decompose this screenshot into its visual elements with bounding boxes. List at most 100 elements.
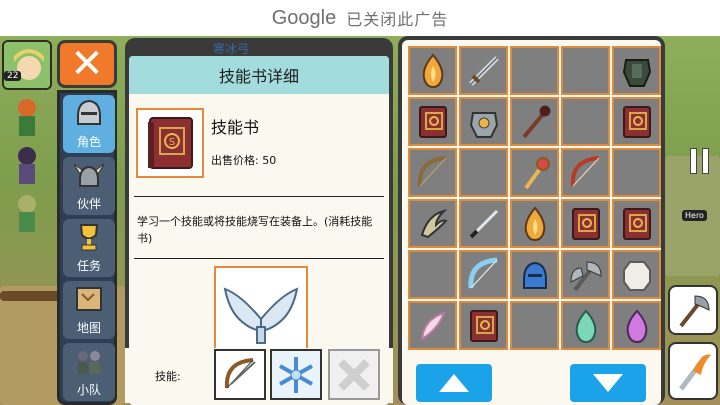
skill-book-icon bbox=[418, 105, 447, 138]
bow-icon bbox=[417, 155, 446, 186]
inventory-content bbox=[402, 40, 661, 405]
white-gem-icon bbox=[622, 260, 651, 291]
fire-gem-icon bbox=[422, 52, 443, 88]
nav-label-party: 小队 bbox=[76, 383, 101, 397]
nav-label-character: 角色 bbox=[76, 135, 101, 149]
nav-item-party[interactable]: 小队 bbox=[63, 343, 115, 401]
inventory-slot[interactable] bbox=[561, 148, 610, 197]
inventory-slot[interactable] bbox=[510, 148, 559, 197]
inventory-slot[interactable] bbox=[408, 301, 457, 350]
inventory-slot[interactable] bbox=[408, 46, 457, 95]
inventory-slot[interactable] bbox=[612, 250, 661, 299]
hero-sprite-2[interactable] bbox=[2, 140, 52, 190]
inventory-slot[interactable] bbox=[408, 148, 457, 197]
item-name: 技能书 bbox=[211, 118, 260, 137]
nav-item-quest[interactable]: 任务 bbox=[63, 219, 115, 277]
claw-icon bbox=[420, 208, 448, 238]
side-nav: 角色 伙伴 任务 地图 小队 bbox=[57, 90, 117, 405]
inventory-slot[interactable] bbox=[408, 199, 457, 248]
party-icon bbox=[71, 343, 107, 379]
inventory-grid bbox=[408, 46, 661, 350]
divider-bottom bbox=[134, 258, 384, 259]
inventory-slot[interactable] bbox=[612, 199, 661, 248]
inventory-slot[interactable] bbox=[459, 199, 508, 248]
skill-slot-1[interactable] bbox=[214, 349, 266, 400]
pause-button[interactable] bbox=[686, 148, 712, 176]
hero-portrait-leader[interactable] bbox=[2, 40, 52, 90]
inventory-slot[interactable] bbox=[612, 97, 661, 146]
inventory-slot[interactable] bbox=[459, 46, 508, 95]
snowflake-icon bbox=[279, 356, 313, 393]
inventory-panel bbox=[398, 36, 665, 405]
purple-gem-icon bbox=[626, 309, 647, 343]
background-partial-title: 寒冰弓 bbox=[213, 42, 250, 56]
skill-book-icon: S bbox=[148, 117, 193, 169]
horned-helmet-icon bbox=[71, 157, 107, 193]
ice-bow-icon bbox=[467, 257, 497, 288]
angel-wings-icon bbox=[223, 286, 299, 344]
inventory-slot[interactable] bbox=[510, 250, 559, 299]
scepter-icon bbox=[523, 156, 550, 189]
pause-bar-right bbox=[701, 148, 709, 174]
inventory-slot[interactable] bbox=[459, 250, 508, 299]
helmet-icon bbox=[71, 95, 107, 131]
nav-item-companion[interactable]: 伙伴 bbox=[63, 157, 115, 215]
inventory-slot[interactable] bbox=[561, 199, 610, 248]
disabled-x-icon bbox=[338, 358, 370, 391]
battle-axe-icon bbox=[569, 260, 602, 291]
ad-closed-text: 已关闭此广告 bbox=[346, 10, 449, 29]
inventory-slot[interactable] bbox=[510, 199, 559, 248]
inventory-slot[interactable] bbox=[561, 250, 610, 299]
sword-skill-button[interactable] bbox=[668, 342, 718, 400]
inventory-slot[interactable] bbox=[408, 97, 457, 146]
down-arrow-icon bbox=[593, 374, 623, 392]
nav-item-character[interactable]: 角色 bbox=[63, 95, 115, 153]
feather-icon bbox=[420, 310, 446, 341]
blue-helmet-icon bbox=[522, 261, 547, 289]
inventory-slot[interactable] bbox=[408, 250, 457, 299]
inventory-slot[interactable] bbox=[510, 46, 559, 95]
skill-slot-3[interactable] bbox=[328, 349, 380, 400]
scroll-up-button[interactable] bbox=[416, 364, 492, 402]
katana-icon bbox=[469, 209, 498, 238]
skill-book-icon bbox=[469, 309, 498, 342]
red-bow-icon bbox=[570, 155, 599, 186]
inventory-slot[interactable] bbox=[612, 301, 661, 350]
map-icon bbox=[71, 281, 107, 317]
price-value: 50 bbox=[262, 154, 277, 167]
inventory-slot[interactable] bbox=[510, 97, 559, 146]
skill-slot-2[interactable] bbox=[270, 349, 322, 400]
detail-title: 技能书详细 bbox=[218, 67, 299, 86]
skill-book-icon bbox=[571, 207, 600, 240]
inventory-slot[interactable] bbox=[561, 46, 610, 95]
detail-header: 技能书详细 bbox=[129, 56, 389, 94]
nav-label-quest: 任务 bbox=[76, 259, 101, 273]
axe-skill-button[interactable] bbox=[668, 285, 718, 335]
hero-tag: Hero bbox=[682, 210, 707, 221]
inventory-slot[interactable] bbox=[459, 148, 508, 197]
close-button[interactable]: ✕ bbox=[57, 40, 117, 88]
pause-bar-left bbox=[689, 148, 697, 174]
inventory-slot[interactable] bbox=[561, 301, 610, 350]
inventory-slot[interactable] bbox=[459, 97, 508, 146]
fire-gem-icon bbox=[524, 205, 545, 241]
inventory-slot[interactable] bbox=[612, 46, 661, 95]
scroll-down-button[interactable] bbox=[570, 364, 646, 402]
level-badge: 22 bbox=[4, 71, 22, 81]
nav-item-map[interactable]: 地图 bbox=[63, 281, 115, 339]
hero-sprite-3[interactable] bbox=[2, 188, 52, 238]
bow-icon bbox=[224, 357, 256, 388]
inventory-slot[interactable] bbox=[510, 301, 559, 350]
sword-icon bbox=[468, 55, 499, 86]
trophy-icon bbox=[71, 219, 107, 255]
green-gem-icon bbox=[575, 309, 596, 343]
hero-sprite-1[interactable] bbox=[2, 92, 52, 142]
inventory-slot[interactable] bbox=[612, 148, 661, 197]
inventory-slot[interactable] bbox=[459, 301, 508, 350]
nav-label-map: 地图 bbox=[76, 321, 101, 335]
nav-label-companion: 伙伴 bbox=[76, 197, 101, 211]
inventory-slot[interactable] bbox=[561, 97, 610, 146]
price-label: 出售价格: bbox=[211, 154, 259, 167]
skill-preview-frame bbox=[214, 266, 308, 359]
battle-axe-icon bbox=[679, 295, 710, 328]
